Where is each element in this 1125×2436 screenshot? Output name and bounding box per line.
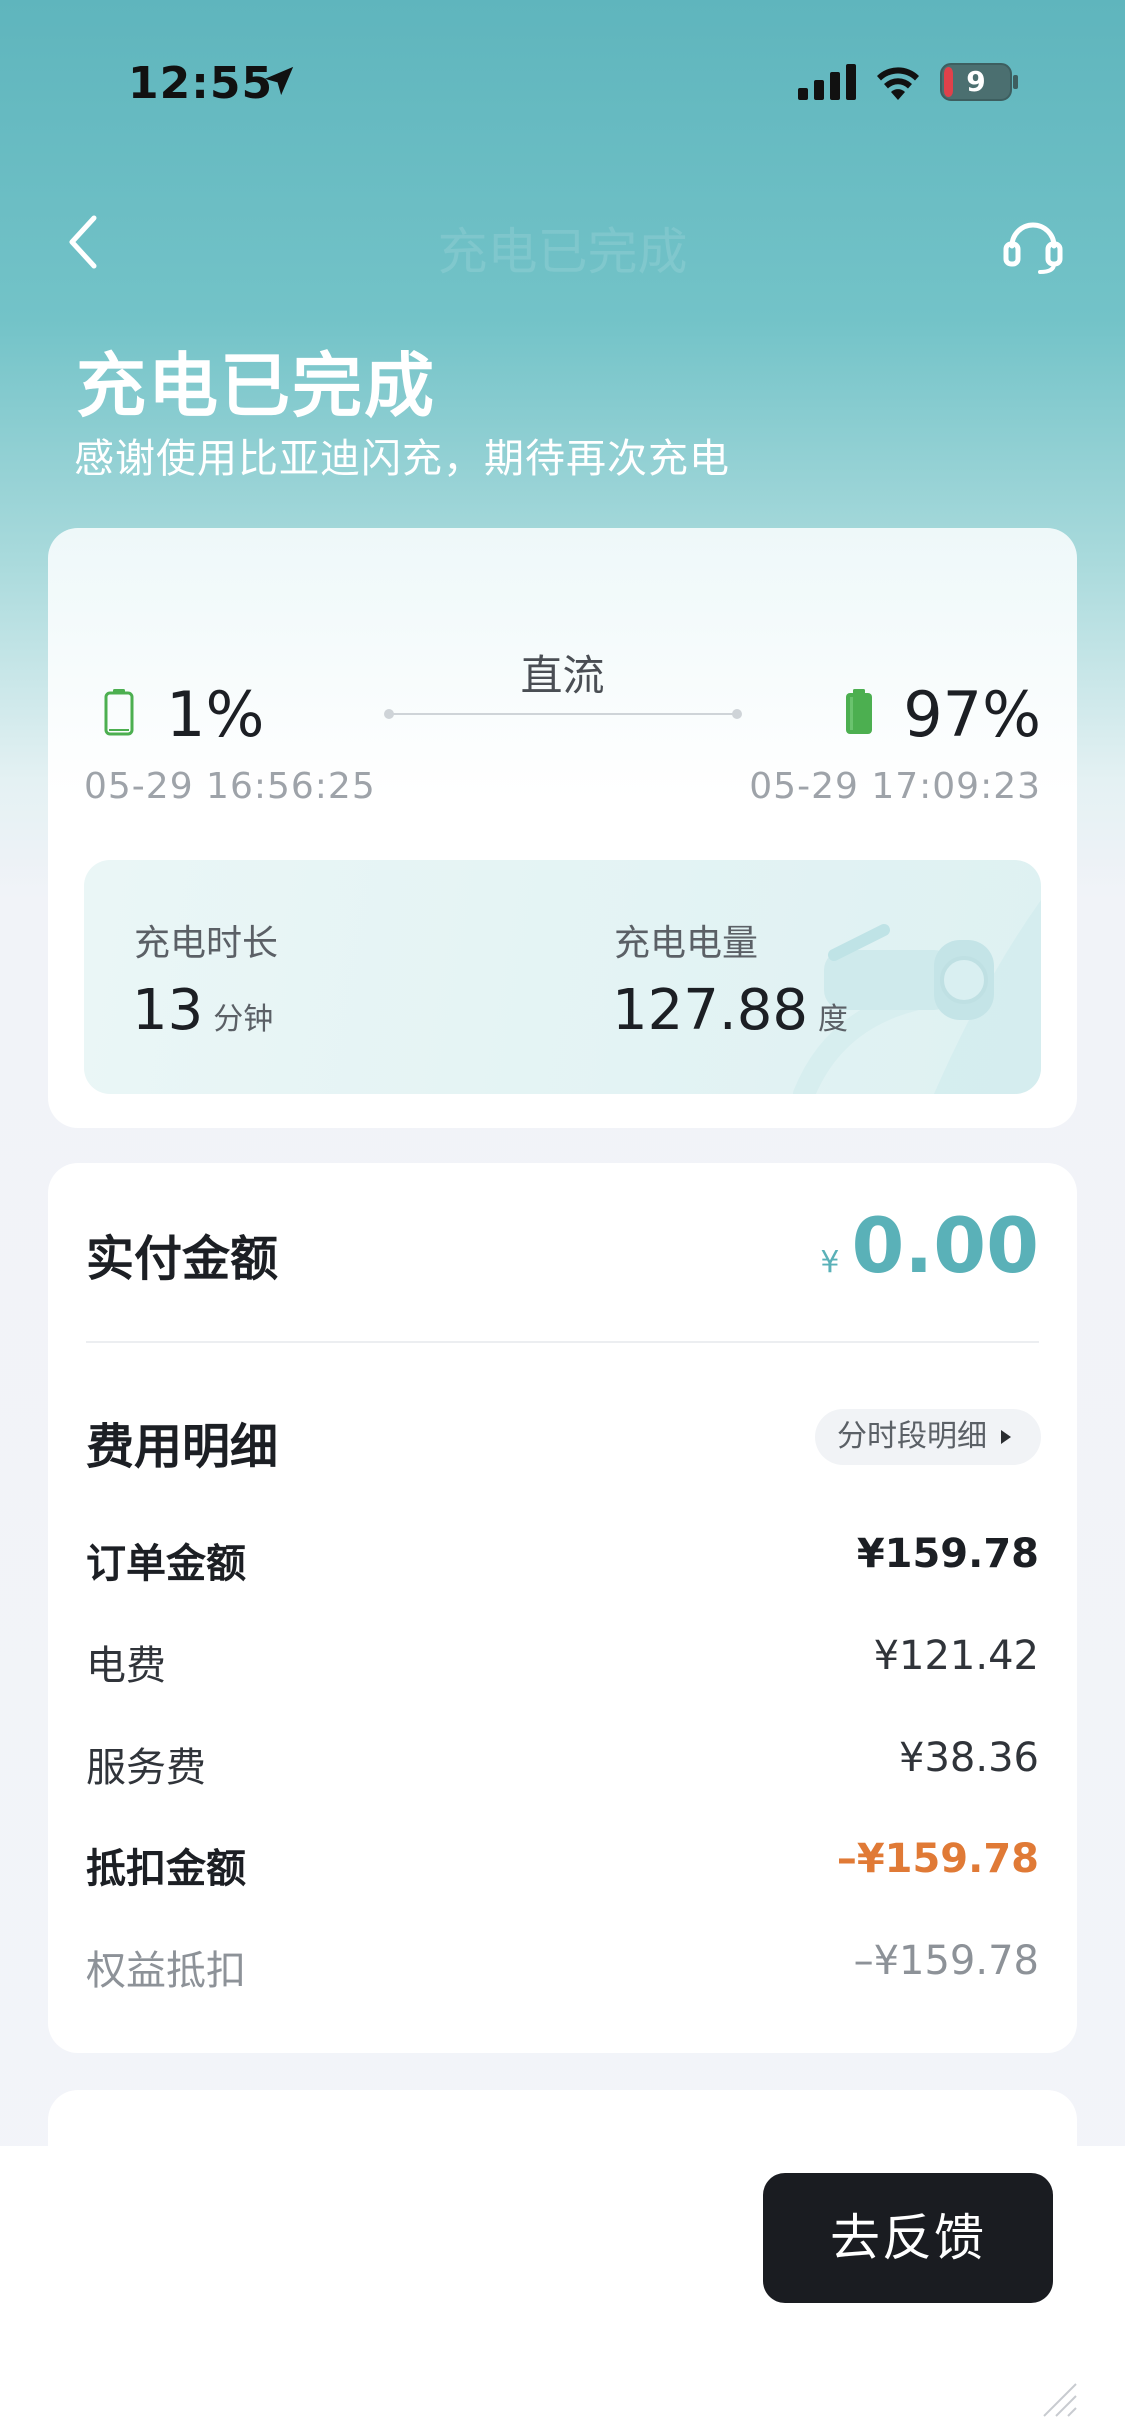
duration-value-group: 13 分钟 xyxy=(132,978,273,1043)
end-battery-percent: 97% xyxy=(903,678,1041,751)
fee-label: 订单金额 xyxy=(86,1541,246,1587)
time-period-details-label: 分时段明细 xyxy=(837,1419,987,1454)
fee-value: ¥121.42 xyxy=(873,1633,1039,1679)
paid-currency: ¥ xyxy=(820,1245,840,1280)
charging-session-card: 1% 05-29 16:56:25 直流 97% 05-29 17:09:23 … xyxy=(48,528,1077,1128)
feedback-button[interactable]: 去反馈 xyxy=(763,2173,1053,2303)
cellular-signal-icon xyxy=(798,64,856,100)
resize-corner-icon xyxy=(1043,2383,1077,2417)
start-time: 05-29 16:56:25 xyxy=(84,766,376,807)
time-period-details-button[interactable]: 分时段明细 xyxy=(815,1409,1041,1465)
fee-row-electricity: 电费 ¥121.42 xyxy=(86,1633,1039,1693)
duration-label: 充电时长 xyxy=(134,923,279,964)
energy-label: 充电电量 xyxy=(614,923,759,964)
fee-label: 电费 xyxy=(86,1643,166,1689)
duration-unit: 分钟 xyxy=(213,1002,274,1037)
payment-card: 实付金额 ¥0.00 费用明细 分时段明细 订单金额 ¥159.78 电费 ¥1… xyxy=(48,1163,1077,2053)
energy-value: 127.88 xyxy=(612,978,808,1043)
duration-value: 13 xyxy=(132,978,204,1043)
line-end-dot xyxy=(732,709,742,719)
paid-amount: ¥0.00 xyxy=(820,1201,1039,1290)
customer-service-headset-icon[interactable] xyxy=(1000,210,1066,276)
fee-row-order-amount: 订单金额 ¥159.78 xyxy=(86,1531,1039,1591)
paid-amount-label: 实付金额 xyxy=(86,1231,279,1287)
fee-label: 服务费 xyxy=(86,1745,206,1791)
fee-row-deduction: 抵扣金额 –¥159.78 xyxy=(86,1836,1039,1896)
fee-label: 权益抵扣 xyxy=(86,1948,246,1994)
charging-plug-illustration xyxy=(793,900,1041,1094)
paid-amount-value: 0.00 xyxy=(851,1201,1039,1290)
nav-title: 充电已完成 xyxy=(437,223,688,281)
battery-full-icon xyxy=(846,689,872,734)
caret-right-icon xyxy=(1001,1430,1011,1444)
wifi-icon xyxy=(877,67,919,100)
progress-divider-line xyxy=(388,713,738,715)
fee-details-title: 费用明细 xyxy=(86,1419,279,1475)
page-subtitle: 感谢使用比亚迪闪充，期待再次充电 xyxy=(74,436,730,482)
battery-level-text: 9 xyxy=(966,65,986,98)
status-bar: 12:55 9 xyxy=(0,0,1125,160)
location-arrow-icon xyxy=(264,66,294,96)
fee-value: –¥159.78 xyxy=(836,1836,1039,1882)
charging-stats-panel: 充电时长 13 分钟 充电电量 127.88 度 xyxy=(84,860,1041,1094)
page-title: 充电已完成 xyxy=(76,345,436,427)
energy-value-group: 127.88 度 xyxy=(612,978,848,1043)
fee-value: –¥159.78 xyxy=(853,1938,1039,1984)
fee-label: 抵扣金额 xyxy=(86,1846,246,1892)
battery-status-icon: 9 xyxy=(940,62,1020,102)
status-time: 12:55 xyxy=(128,58,274,109)
energy-unit: 度 xyxy=(817,1002,848,1037)
fee-value: ¥38.36 xyxy=(899,1735,1039,1781)
divider xyxy=(86,1341,1039,1343)
end-time: 05-29 17:09:23 xyxy=(749,766,1041,807)
fee-row-benefit-deduction: 权益抵扣 –¥159.78 xyxy=(86,1938,1039,1998)
fee-row-service: 服务费 ¥38.36 xyxy=(86,1735,1039,1795)
line-start-dot xyxy=(384,709,394,719)
fee-value: ¥159.78 xyxy=(856,1531,1039,1577)
